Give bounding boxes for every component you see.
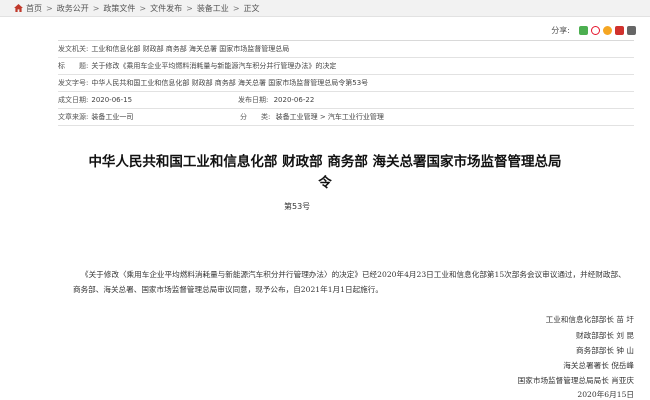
wechat-icon[interactable] (579, 26, 588, 35)
meta-row-issuer: 发文机关: 工业和信息化部 财政部 商务部 海关总署 国家市场监督管理总局 (58, 41, 634, 58)
breadcrumb-home[interactable]: 首页 (26, 3, 42, 14)
weibo-icon[interactable] (591, 26, 600, 35)
print-icon[interactable] (627, 26, 636, 35)
qzone-icon[interactable] (603, 26, 612, 35)
signature-line: 工业和信息化部部长 苗 圩 (545, 315, 634, 324)
meta-value: 工业和信息化部 财政部 商务部 海关总署 国家市场监督管理总局 (91, 45, 290, 53)
document-number: 第53号 (284, 202, 311, 211)
pdf-icon[interactable] (615, 26, 624, 35)
meta-label: 文章来源: (58, 113, 89, 121)
signature-date: 2020年6月15日 (577, 390, 634, 399)
signature-line: 海关总署署长 倪岳峰 (563, 361, 634, 370)
meta-row-dates: 成文日期: 2020-06-15 发布日期: 2020-06-22 (58, 92, 634, 109)
meta-label: 标 题: (58, 62, 89, 70)
share-label: 分享: (551, 26, 570, 35)
meta-row-source: 文章来源: 装备工业一司 分 类: 装备工业管理 > 汽车工业行业管理 (58, 109, 634, 126)
breadcrumb-separator: > (186, 3, 193, 13)
meta-label: 发布日期: (238, 96, 269, 104)
breadcrumb-separator: > (139, 3, 147, 13)
meta-label: 分 类: (240, 113, 271, 121)
meta-value: 中华人民共和国工业和信息化部 财政部 商务部 海关总署 国家市场监督管理总局令第… (91, 79, 369, 87)
meta-value: 装备工业一司 (91, 113, 134, 121)
meta-value: 装备工业管理 > 汽车工业行业管理 (275, 113, 384, 121)
document-metadata-table: 发文机关: 工业和信息化部 财政部 商务部 海关总署 国家市场监督管理总局 标 … (58, 40, 634, 126)
breadcrumb-current: 正文 (243, 3, 260, 13)
share-bar: 分享: (551, 25, 636, 36)
breadcrumb-separator: > (46, 3, 53, 13)
meta-row-subject: 标 题: 关于修改《乘用车企业平均燃料消耗量与新能源汽车积分并行管理办法》的决定 (58, 58, 634, 75)
document-title-order: 令 (318, 175, 332, 191)
breadcrumb-file-release[interactable]: 文件发布 (150, 3, 182, 14)
meta-published-group: 发布日期: 2020-06-22 (238, 95, 314, 105)
breadcrumb: 首页 > 政务公开 > 政策文件 > 文件发布 > 装备工业 > 正文 (0, 0, 650, 17)
meta-label: 成文日期: (58, 96, 89, 104)
breadcrumb-separator: > (232, 3, 240, 13)
meta-value: 2020-06-22 (273, 96, 315, 104)
signature-line: 商务部部长 钟 山 (576, 346, 634, 355)
meta-label: 发文字号: (58, 79, 89, 87)
signature-line: 国家市场监督管理总局局长 肖亚庆 (517, 376, 634, 385)
breadcrumb-equipment[interactable]: 装备工业 (197, 3, 229, 14)
meta-value: 2020-06-15 (91, 96, 133, 104)
breadcrumb-gov-affairs[interactable]: 政务公开 (57, 3, 89, 14)
meta-category-group: 分 类: 装备工业管理 > 汽车工业行业管理 (240, 112, 384, 122)
meta-value: 关于修改《乘用车企业平均燃料消耗量与新能源汽车积分并行管理办法》的决定 (91, 62, 337, 70)
breadcrumb-separator: > (92, 3, 100, 13)
meta-label: 发文机关: (58, 45, 89, 53)
home-icon (14, 4, 23, 12)
document-body: 《关于修改〈乘用车企业平均燃料消耗量与新能源汽车积分并行管理办法〉的决定》已经2… (73, 270, 626, 294)
signature-line: 财政部部长 刘 昆 (576, 331, 634, 340)
document-title: 中华人民共和国工业和信息化部 财政部 商务部 海关总署国家市场监督管理总局 (88, 154, 562, 170)
breadcrumb-policy-docs[interactable]: 政策文件 (103, 3, 135, 14)
meta-row-doc-number: 发文字号: 中华人民共和国工业和信息化部 财政部 商务部 海关总署 国家市场监督… (58, 75, 634, 92)
